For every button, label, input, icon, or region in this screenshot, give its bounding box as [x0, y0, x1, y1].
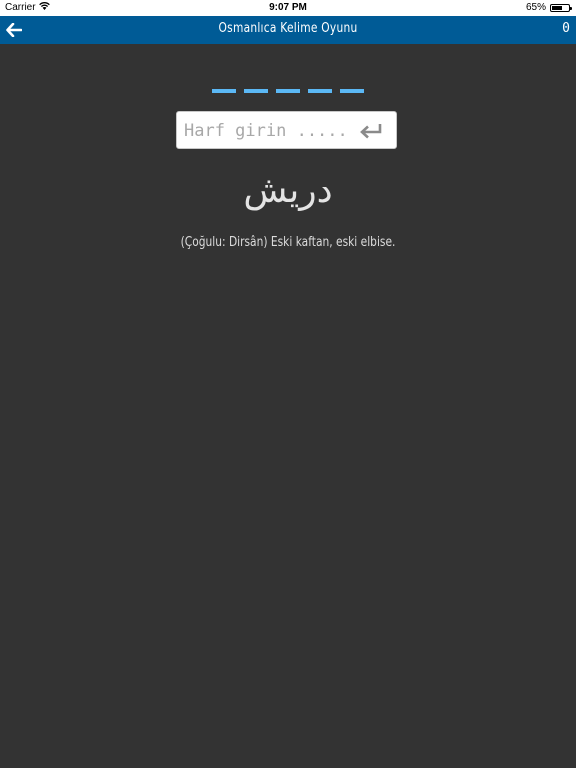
battery-percent: 65% — [525, 2, 546, 13]
letter-slot — [212, 89, 236, 93]
battery-icon — [550, 3, 572, 12]
letter-slot — [308, 89, 332, 93]
letter-slot — [276, 89, 300, 93]
word-meaning: (Çoğulu: Dirsân) Eski kaftan, eski elbis… — [180, 235, 396, 250]
status-time: 9:07 PM — [269, 2, 307, 13]
status-bar: Carrier 9:07 PM 65% — [0, 0, 576, 16]
back-button[interactable] — [4, 20, 24, 40]
page-title: Osmanlıca Kelime Oyunu — [218, 21, 358, 36]
battery-fill — [552, 5, 563, 10]
score-counter: 0 — [562, 21, 570, 36]
arrow-left-icon — [6, 23, 22, 37]
letter-slots — [0, 89, 576, 93]
letter-input[interactable] — [182, 117, 346, 145]
ottoman-word: دريش — [243, 170, 333, 211]
letter-input-box — [176, 111, 397, 149]
letter-slot — [340, 89, 364, 93]
submit-button[interactable] — [358, 121, 384, 141]
return-arrow-icon — [360, 124, 382, 139]
battery-indicator: 65% — [525, 2, 572, 13]
letter-slot — [244, 89, 268, 93]
nav-bar: Osmanlıca Kelime Oyunu 0 — [0, 16, 576, 44]
